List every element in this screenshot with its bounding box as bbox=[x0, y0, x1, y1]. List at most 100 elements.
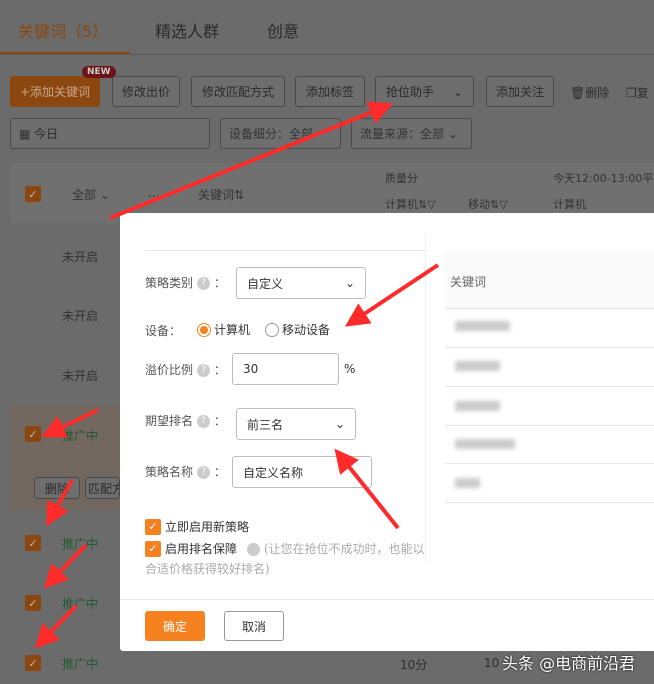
tab-divider bbox=[0, 54, 654, 55]
tab-keywords[interactable]: 关键词（5） bbox=[18, 18, 108, 42]
row-status: 未开启 bbox=[62, 250, 99, 264]
date-value: 今日 bbox=[34, 127, 59, 141]
modify-bid-button[interactable]: 修改出价 bbox=[112, 76, 180, 107]
divider bbox=[145, 250, 425, 251]
row-status: 推广中 bbox=[62, 537, 99, 551]
help-icon[interactable]: ? bbox=[247, 543, 350, 556]
row-checkbox[interactable]: ✓ bbox=[25, 595, 41, 611]
row-divider bbox=[445, 308, 654, 309]
enable-now-checkbox[interactable]: ✓ 立即启用新策略 bbox=[145, 518, 249, 535]
help-icon[interactable]: ? bbox=[197, 364, 211, 377]
row-divider bbox=[445, 425, 654, 426]
right-column-header: 关键词 bbox=[450, 275, 487, 289]
copy-icon: ❐ bbox=[626, 86, 637, 100]
watermark: 头条 @电商前沿君 bbox=[502, 654, 636, 673]
tab-audience[interactable]: 精选人群 bbox=[155, 18, 219, 42]
help-icon[interactable]: ? bbox=[197, 466, 211, 479]
row-status: 推广中 bbox=[62, 429, 99, 443]
rank-helper-modal: 关键词 策略类别? ： 自定义 ⌄ 设备： 计算机 移动设备 溢价比例? ： 30… bbox=[120, 213, 654, 651]
traffic-filter[interactable]: 流量来源：全部 ⌄ bbox=[351, 118, 472, 149]
blurred-keyword bbox=[455, 361, 500, 371]
help-icon[interactable]: ? bbox=[197, 415, 211, 428]
premium-value: 30 bbox=[243, 362, 259, 376]
premium-input[interactable]: 30 bbox=[232, 353, 339, 385]
footer-divider bbox=[120, 599, 654, 600]
traffic-filter-label: 流量来源：全部 bbox=[360, 127, 445, 141]
rank-label: 期望排名? ： bbox=[145, 414, 226, 428]
pc-header[interactable]: 计算机⇅▽ bbox=[385, 196, 436, 212]
pc2-header: 计算机 bbox=[553, 198, 586, 211]
device-radio-pc[interactable]: 计算机 bbox=[197, 321, 250, 338]
chevron-down-icon: ⌄ bbox=[344, 276, 355, 290]
rank-helper-label: 抢位助手 bbox=[386, 85, 435, 99]
delete-label: 删除 bbox=[585, 86, 610, 100]
row-status: 推广中 bbox=[62, 657, 99, 671]
keyword-column-header[interactable]: 关键词⇅ bbox=[198, 186, 244, 203]
percent-unit: % bbox=[344, 362, 356, 376]
row-divider bbox=[445, 386, 654, 387]
device-filter-label: 设备细分：全部 bbox=[229, 127, 314, 141]
add-follow-button[interactable]: 添加关注 bbox=[486, 76, 554, 107]
strategy-name-value: 自定义名称 bbox=[243, 465, 304, 480]
row-divider bbox=[445, 502, 654, 503]
tab-creative[interactable]: 创意 bbox=[267, 18, 299, 42]
row-status: 未开启 bbox=[62, 309, 99, 323]
add-keyword-button[interactable]: +添加关键词 bbox=[10, 76, 100, 107]
name-label: 策略名称? ： bbox=[145, 465, 226, 479]
blurred-keyword bbox=[455, 321, 510, 331]
quality-header: 质量分 bbox=[385, 172, 418, 185]
row-checkbox[interactable]: ✓ bbox=[25, 655, 41, 671]
filter-all-dropdown[interactable]: 全部 ⌄ bbox=[72, 186, 110, 203]
mobile-header[interactable]: 移动⇅▽ bbox=[468, 196, 508, 212]
strategy-type-label: 策略类别? ： bbox=[145, 276, 226, 290]
help-icon[interactable]: ? bbox=[197, 277, 211, 290]
chevron-down-icon: ⌄ bbox=[444, 126, 458, 141]
copy-button[interactable]: ❐复 bbox=[626, 84, 649, 101]
device-label: 设备： bbox=[145, 324, 182, 338]
blurred-keyword bbox=[455, 478, 480, 488]
add-tag-button[interactable]: 添加标签 bbox=[295, 76, 365, 107]
row-status: 未开启 bbox=[62, 369, 99, 383]
confirm-button[interactable]: 确定 bbox=[145, 611, 205, 641]
strategy-type-value: 自定义 bbox=[247, 276, 284, 291]
modify-match-button[interactable]: 修改匹配方式 bbox=[191, 76, 285, 107]
device-filter[interactable]: 设备细分：全部 bbox=[220, 118, 341, 149]
device-radio-mobile[interactable]: 移动设备 bbox=[265, 321, 330, 338]
premium-label: 溢价比例? ： bbox=[145, 363, 226, 377]
row-checkbox[interactable]: ✓ bbox=[25, 426, 41, 442]
strategy-name-input[interactable]: 自定义名称 bbox=[232, 456, 372, 488]
time-header: 今天12:00-13:00平 bbox=[553, 172, 654, 185]
enable-now-label: 立即启用新策略 bbox=[165, 520, 250, 534]
trash-icon: 🗑 bbox=[570, 86, 586, 100]
rank-helper-dropdown[interactable]: 抢位助手 ⌄ bbox=[375, 76, 474, 107]
row-divider bbox=[445, 463, 654, 464]
delete-button[interactable]: 🗑删除 bbox=[570, 84, 609, 101]
chevron-down-icon: ⌄ bbox=[452, 84, 463, 99]
cancel-button[interactable]: 取消 bbox=[224, 611, 284, 641]
date-picker[interactable]: ▦ 今日 bbox=[10, 118, 210, 149]
new-badge: NEW bbox=[82, 66, 116, 78]
copy-label: 复 bbox=[636, 86, 649, 100]
guarantee-hint: ? (让您在抢位不成功时，也能以合适价格获得较好排名) bbox=[145, 542, 425, 576]
score-cell: 10分 bbox=[400, 658, 428, 672]
radio-checked-icon bbox=[197, 322, 211, 337]
row-match-button[interactable]: 匹配方 bbox=[85, 477, 120, 499]
calendar-icon: ▦ bbox=[19, 126, 35, 141]
section-divider bbox=[425, 233, 426, 563]
row-divider bbox=[445, 347, 654, 348]
score-cell: 10 bbox=[484, 656, 500, 670]
checkbox-checked-icon: ✓ bbox=[145, 518, 161, 535]
more-dropdown[interactable]: ... bbox=[148, 186, 159, 200]
strategy-type-select[interactable]: 自定义 ⌄ bbox=[236, 267, 366, 299]
row-checkbox[interactable]: ✓ bbox=[25, 535, 41, 551]
row-delete-button[interactable]: 删除 bbox=[34, 477, 80, 499]
select-all-checkbox[interactable]: ✓ bbox=[25, 186, 41, 202]
radio-label: 计算机 bbox=[214, 323, 251, 337]
radio-unchecked-icon bbox=[265, 322, 279, 337]
row-status: 推广中 bbox=[62, 597, 99, 611]
blurred-keyword bbox=[455, 439, 515, 449]
radio-label: 移动设备 bbox=[282, 323, 331, 337]
rank-select[interactable]: 前三名 ⌄ bbox=[236, 408, 356, 440]
blurred-keyword bbox=[455, 401, 500, 411]
rank-value: 前三名 bbox=[247, 417, 284, 432]
